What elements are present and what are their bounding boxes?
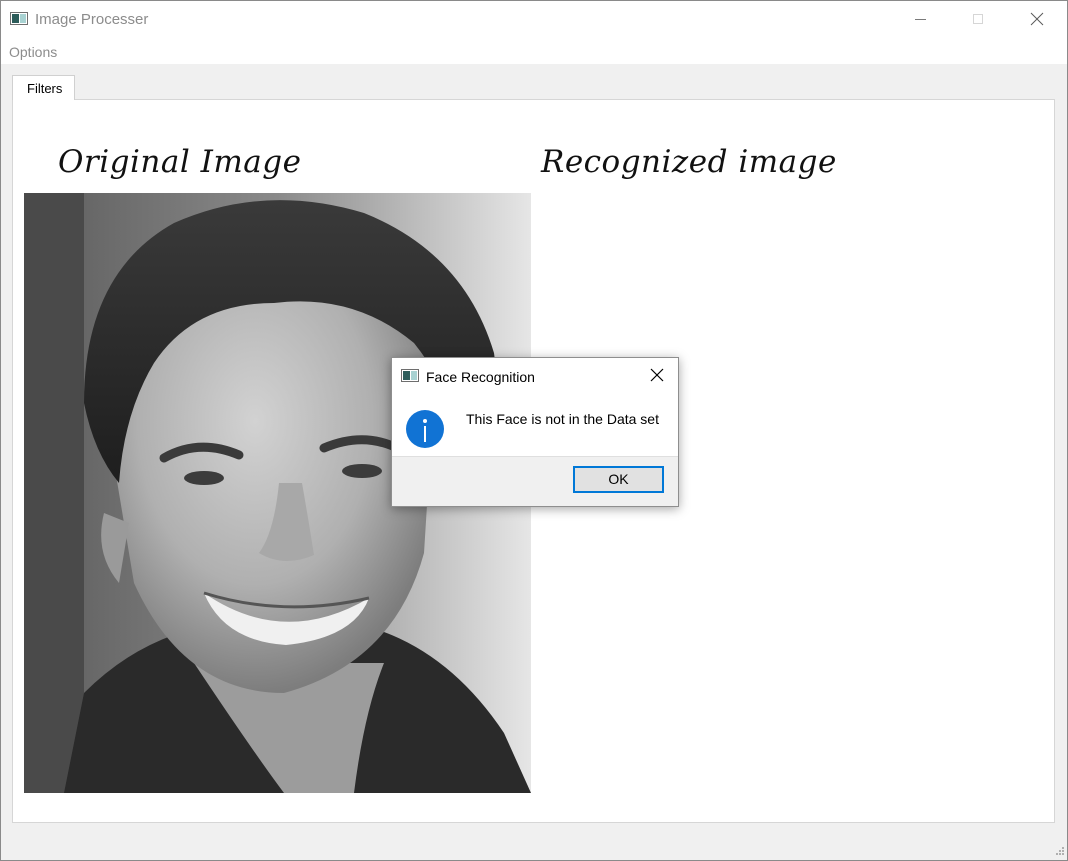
recognized-image-label: Recognized image: [541, 144, 837, 180]
resize-grip-icon[interactable]: [1053, 846, 1065, 858]
app-window: Image Processer Options Filters Original…: [0, 0, 1068, 861]
app-window-icon: [10, 12, 28, 25]
title-bar[interactable]: Image Processer: [1, 1, 1067, 39]
dialog-app-icon: [401, 369, 419, 382]
tab-filters[interactable]: Filters: [12, 75, 75, 100]
dialog-close-icon[interactable]: [650, 368, 664, 382]
close-button[interactable]: [1008, 1, 1066, 39]
face-recognition-dialog: Face Recognition This Face is not in the…: [391, 357, 679, 507]
close-icon: [1030, 12, 1044, 26]
menu-bar: Options: [1, 39, 1067, 64]
dialog-footer: OK: [392, 456, 678, 506]
info-icon: [406, 410, 444, 448]
maximize-button[interactable]: [950, 1, 1008, 39]
original-image-label: Original Image: [58, 144, 302, 180]
minimize-icon: [915, 19, 926, 20]
dialog-title: Face Recognition: [426, 369, 535, 385]
window-title: Image Processer: [35, 11, 149, 28]
maximize-icon: [973, 14, 983, 24]
tab-label: Filters: [27, 81, 63, 96]
menu-options[interactable]: Options: [9, 44, 57, 60]
minimize-button[interactable]: [892, 1, 950, 39]
dialog-message: This Face is not in the Data set: [466, 411, 659, 427]
ok-button[interactable]: OK: [573, 466, 664, 493]
